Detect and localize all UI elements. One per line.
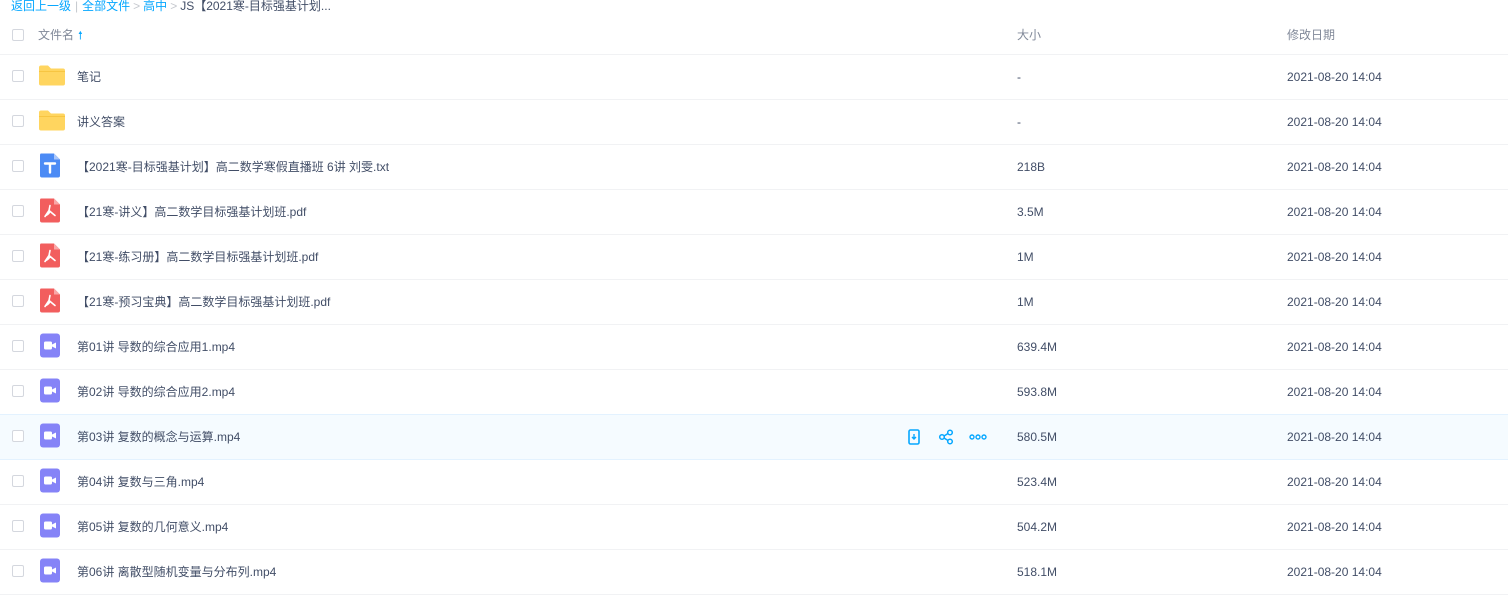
file-name-link[interactable]: 【21寒-练习册】高二数学目标强基计划班.pdf (77, 235, 318, 279)
row-checkbox[interactable] (12, 70, 24, 82)
file-size: 518.1M (1017, 565, 1058, 579)
file-size: 1M (1017, 250, 1034, 264)
file-name-link[interactable]: 第02讲 导数的综合应用2.mp4 (77, 370, 235, 414)
share-icon[interactable] (937, 428, 955, 446)
pdf-file-icon[interactable] (38, 198, 62, 227)
file-name-link[interactable]: 笔记 (77, 55, 101, 99)
file-size: 3.5M (1017, 205, 1044, 219)
video-file-icon[interactable] (38, 378, 62, 407)
file-name-link[interactable]: 第01讲 导数的综合应用1.mp4 (77, 325, 235, 369)
more-icon[interactable] (969, 428, 987, 446)
file-row[interactable]: 第04讲 复数与三角.mp4 523.4M 2021-08-20 14:04 (0, 460, 1508, 505)
breadcrumb-current: JS【2021寒-目标强基计划... (180, 0, 331, 13)
txt-file-icon[interactable] (38, 153, 62, 182)
file-row[interactable]: 【2021寒-目标强基计划】高二数学寒假直播班 6讲 刘雯.txt 218B 2… (0, 145, 1508, 190)
file-modified-date: 2021-08-20 14:04 (1287, 385, 1382, 399)
file-size: 639.4M (1017, 340, 1058, 354)
file-modified-date: 2021-08-20 14:04 (1287, 250, 1382, 264)
file-name-link[interactable]: 第05讲 复数的几何意义.mp4 (77, 505, 228, 549)
row-actions (905, 428, 1001, 446)
file-size: - (1017, 115, 1021, 129)
file-row[interactable]: 第03讲 复数的概念与运算.mp4 580.5M 2021-08-20 14:0… (0, 414, 1508, 460)
row-checkbox[interactable] (12, 295, 24, 307)
row-checkbox[interactable] (12, 565, 24, 577)
file-name-link[interactable]: 【2021寒-目标强基计划】高二数学寒假直播班 6讲 刘雯.txt (77, 145, 389, 189)
breadcrumb-level1-link[interactable]: 高中 (143, 0, 167, 13)
file-row[interactable]: 【21寒-讲义】高二数学目标强基计划班.pdf 3.5M 2021-08-20 … (0, 190, 1508, 235)
name-column-header[interactable]: 文件名 🠕 (38, 17, 83, 55)
select-all-checkbox[interactable] (12, 28, 24, 41)
file-modified-date: 2021-08-20 14:04 (1287, 295, 1382, 309)
file-list: 文件名 🠕 大小 修改日期 笔记 - 2021-08-20 14:04 讲义答案 … (0, 17, 1508, 595)
pdf-file-icon[interactable] (38, 243, 62, 272)
file-row[interactable]: 【21寒-预习宝典】高二数学目标强基计划班.pdf 1M 2021-08-20 … (0, 280, 1508, 325)
file-size: 593.8M (1017, 385, 1058, 399)
file-name-link[interactable]: 第04讲 复数与三角.mp4 (77, 460, 204, 504)
video-file-icon[interactable] (38, 333, 62, 362)
file-size: 580.5M (1017, 430, 1058, 444)
row-checkbox[interactable] (12, 475, 24, 487)
file-row[interactable]: 第01讲 导数的综合应用1.mp4 639.4M 2021-08-20 14:0… (0, 325, 1508, 370)
file-name-link[interactable]: 讲义答案 (77, 100, 125, 144)
sort-ascending-icon: 🠕 (78, 30, 83, 42)
all-files-link[interactable]: 全部文件 (82, 0, 130, 13)
file-size: 523.4M (1017, 475, 1058, 489)
row-checkbox[interactable] (12, 205, 24, 217)
video-file-icon[interactable] (38, 423, 62, 452)
breadcrumb: 返回上一级 | 全部文件 > 高中 > JS【2021寒-目标强基计划... (11, 0, 331, 16)
file-name-link[interactable]: 第03讲 复数的概念与运算.mp4 (77, 415, 240, 459)
file-modified-date: 2021-08-20 14:04 (1287, 565, 1382, 579)
row-checkbox[interactable] (12, 520, 24, 532)
file-modified-date: 2021-08-20 14:04 (1287, 70, 1382, 84)
date-column-header[interactable]: 修改日期 (1287, 17, 1335, 54)
file-modified-date: 2021-08-20 14:04 (1287, 205, 1382, 219)
file-name-link[interactable]: 【21寒-预习宝典】高二数学目标强基计划班.pdf (77, 280, 330, 324)
pdf-file-icon[interactable] (38, 288, 62, 317)
breadcrumb-divider: | (75, 0, 79, 13)
row-checkbox[interactable] (12, 250, 24, 262)
file-row[interactable]: 讲义答案 - 2021-08-20 14:04 (0, 100, 1508, 145)
file-modified-date: 2021-08-20 14:04 (1287, 520, 1382, 534)
file-row[interactable]: 【21寒-练习册】高二数学目标强基计划班.pdf 1M 2021-08-20 1… (0, 235, 1508, 280)
video-file-icon[interactable] (38, 468, 62, 497)
file-name-link[interactable]: 第06讲 离散型随机变量与分布列.mp4 (77, 550, 276, 594)
file-size: 218B (1017, 160, 1046, 174)
row-checkbox[interactable] (12, 115, 24, 127)
breadcrumb-separator: > (170, 0, 178, 13)
folder-icon[interactable] (38, 65, 66, 90)
row-checkbox[interactable] (12, 385, 24, 397)
file-modified-date: 2021-08-20 14:04 (1287, 340, 1382, 354)
file-modified-date: 2021-08-20 14:04 (1287, 115, 1382, 129)
video-file-icon[interactable] (38, 513, 62, 542)
row-checkbox[interactable] (12, 340, 24, 352)
back-link[interactable]: 返回上一级 (11, 0, 71, 13)
folder-icon[interactable] (38, 110, 66, 135)
file-row[interactable]: 第06讲 离散型随机变量与分布列.mp4 518.1M 2021-08-20 1… (0, 550, 1508, 595)
file-size: 504.2M (1017, 520, 1058, 534)
file-modified-date: 2021-08-20 14:04 (1287, 475, 1382, 489)
video-file-icon[interactable] (38, 558, 62, 587)
file-size: - (1017, 70, 1021, 84)
file-size: 1M (1017, 295, 1034, 309)
file-list-header: 文件名 🠕 大小 修改日期 (0, 17, 1508, 55)
file-row[interactable]: 第05讲 复数的几何意义.mp4 504.2M 2021-08-20 14:04 (0, 505, 1508, 550)
file-modified-date: 2021-08-20 14:04 (1287, 160, 1382, 174)
row-checkbox[interactable] (12, 160, 24, 172)
row-checkbox[interactable] (12, 430, 24, 442)
file-modified-date: 2021-08-20 14:04 (1287, 430, 1382, 444)
phone-send-icon[interactable] (905, 428, 923, 446)
file-row[interactable]: 第02讲 导数的综合应用2.mp4 593.8M 2021-08-20 14:0… (0, 370, 1508, 415)
file-name-link[interactable]: 【21寒-讲义】高二数学目标强基计划班.pdf (77, 190, 306, 234)
size-column-header[interactable]: 大小 (1017, 17, 1041, 54)
breadcrumb-separator: > (133, 0, 141, 13)
file-row[interactable]: 笔记 - 2021-08-20 14:04 (0, 55, 1508, 100)
